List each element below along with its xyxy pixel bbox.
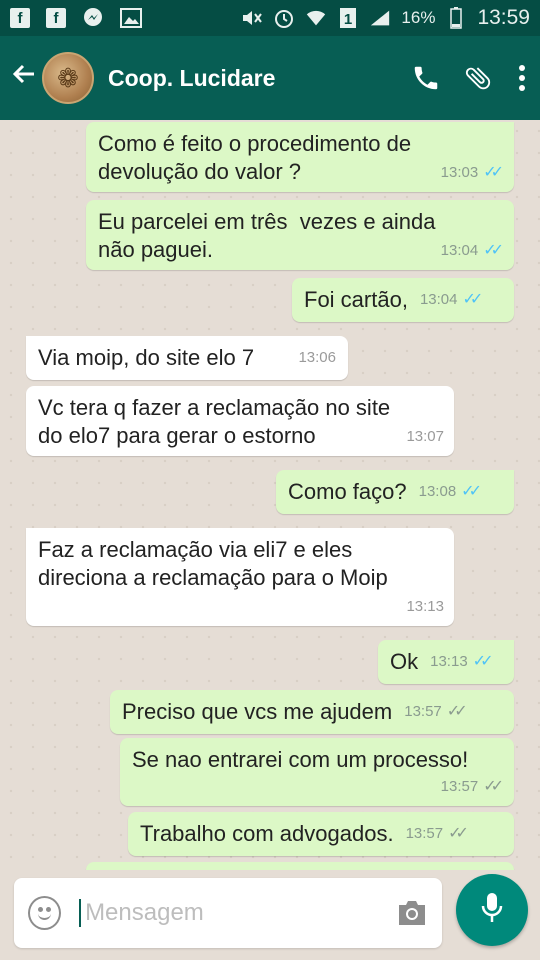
read-ticks-icon: ✓✓ <box>483 242 504 259</box>
message-bubble-outgoing[interactable]: Como é feito o procedimento de devolução… <box>86 122 514 192</box>
message-time: 13:06 <box>298 349 336 366</box>
contact-name[interactable]: Coop. Lucidare <box>108 65 400 92</box>
message-meta: 13:57 ✓✓ <box>441 773 504 801</box>
message-bubble-outgoing[interactable]: Preciso que vcs me ajudem 13:57 ✓✓ <box>110 690 514 734</box>
message-meta: 13:06 <box>298 344 336 372</box>
more-vert-icon[interactable] <box>504 52 540 104</box>
sim-icon: 1 <box>337 8 359 28</box>
message-bubble-outgoing[interactable]: Como faço? 13:08 ✓✓ <box>276 470 514 514</box>
message-text: Ok <box>390 649 419 674</box>
battery-percent: 16% <box>401 8 436 27</box>
message-time: 13:08 <box>418 483 457 500</box>
paperclip-icon[interactable] <box>452 52 504 104</box>
message-bubble-incoming[interactable]: Via moip, do site elo 7 13:06 <box>26 336 348 380</box>
delivered-ticks-icon: ✓✓ <box>483 778 504 795</box>
message-bubble-outgoing[interactable]: Foi cartão, 13:04 ✓✓ <box>292 278 514 322</box>
message-meta: 13:04 ✓✓ <box>420 286 483 314</box>
message-text: Preciso que vcs me ajudem <box>122 699 393 724</box>
gallery-notification-icon <box>120 8 142 28</box>
svg-text:1: 1 <box>344 11 352 28</box>
signal-icon <box>369 8 391 28</box>
message-meta: 13:57 ✓✓ <box>406 820 469 848</box>
microphone-icon <box>480 891 504 930</box>
read-ticks-icon: ✓✓ <box>462 291 483 308</box>
message-bubble-outgoing-partial[interactable] <box>86 862 514 870</box>
message-time: 13:13 <box>430 653 468 670</box>
message-time: 13:07 <box>406 428 444 445</box>
message-time: 13:04 <box>440 242 479 259</box>
message-input-box <box>14 878 442 948</box>
message-meta: 13:08 ✓✓ <box>419 478 482 506</box>
message-text: Vc tera q fazer a reclamação no site do … <box>38 395 391 448</box>
wifi-icon <box>305 8 327 28</box>
message-list[interactable]: Como é feito o procedimento de devolução… <box>0 120 540 870</box>
messenger-notification-icon <box>82 8 104 28</box>
delivered-ticks-icon: ✓✓ <box>448 825 469 842</box>
message-time: 13:13 <box>406 598 444 615</box>
message-bubble-incoming[interactable]: Faz a reclamação via eli7 e eles direcio… <box>26 528 454 626</box>
message-bubble-outgoing[interactable]: Eu parcelei em três vezes e ainda não pa… <box>86 200 514 270</box>
status-bar: f f 1 16% 13:59 <box>0 0 540 36</box>
message-time: 13:57 <box>404 703 442 720</box>
message-text: Se nao entrarei com um processo! <box>132 747 469 772</box>
contact-avatar[interactable]: ❁ <box>42 52 94 104</box>
read-ticks-icon: ✓✓ <box>483 164 504 181</box>
message-meta: 13:13 <box>406 593 444 621</box>
clock: 13:59 <box>477 6 530 29</box>
message-bubble-outgoing[interactable]: Se nao entrarei com um processo! 13:57 ✓✓ <box>120 738 514 806</box>
delivered-ticks-icon: ✓✓ <box>446 703 468 720</box>
battery-icon <box>445 7 467 29</box>
message-time: 13:04 <box>419 291 458 308</box>
composer <box>0 870 540 960</box>
message-bubble-outgoing[interactable]: Ok 13:13 ✓✓ <box>378 640 514 684</box>
message-meta: 13:57 ✓✓ <box>404 698 467 726</box>
message-time: 13:57 <box>405 825 444 842</box>
microphone-button[interactable] <box>456 874 528 946</box>
message-meta: 13:04 ✓✓ <box>441 237 504 265</box>
message-bubble-outgoing[interactable]: Trabalho com advogados. 13:57 ✓✓ <box>128 812 514 856</box>
message-meta: 13:03 ✓✓ <box>441 159 504 187</box>
arrow-left-icon[interactable] <box>0 60 42 96</box>
phone-icon[interactable] <box>400 52 452 104</box>
message-text: Trabalho com advogados. <box>140 821 394 846</box>
message-input[interactable] <box>79 899 396 927</box>
message-time: 13:03 <box>440 164 479 181</box>
read-ticks-icon: ✓✓ <box>472 653 494 670</box>
read-ticks-icon: ✓✓ <box>461 483 482 500</box>
emoji-icon[interactable] <box>28 896 62 930</box>
mute-icon <box>241 8 263 28</box>
message-text: Faz a reclamação via eli7 e eles direcio… <box>38 537 388 590</box>
alarm-icon <box>273 8 295 28</box>
facebook-notification-icon: f <box>46 8 66 28</box>
facebook-notification-icon: f <box>10 8 30 28</box>
message-meta: 13:07 <box>406 423 444 451</box>
message-text: Como faço? <box>288 479 407 504</box>
message-time: 13:57 <box>440 778 479 795</box>
camera-icon[interactable] <box>395 896 428 930</box>
message-text: Via moip, do site elo 7 <box>38 345 255 370</box>
message-bubble-incoming[interactable]: Vc tera q fazer a reclamação no site do … <box>26 386 454 456</box>
chat-header: ❁ Coop. Lucidare <box>0 36 540 120</box>
message-meta: 13:13 ✓✓ <box>430 648 493 676</box>
message-text: Foi cartão, <box>304 287 408 312</box>
